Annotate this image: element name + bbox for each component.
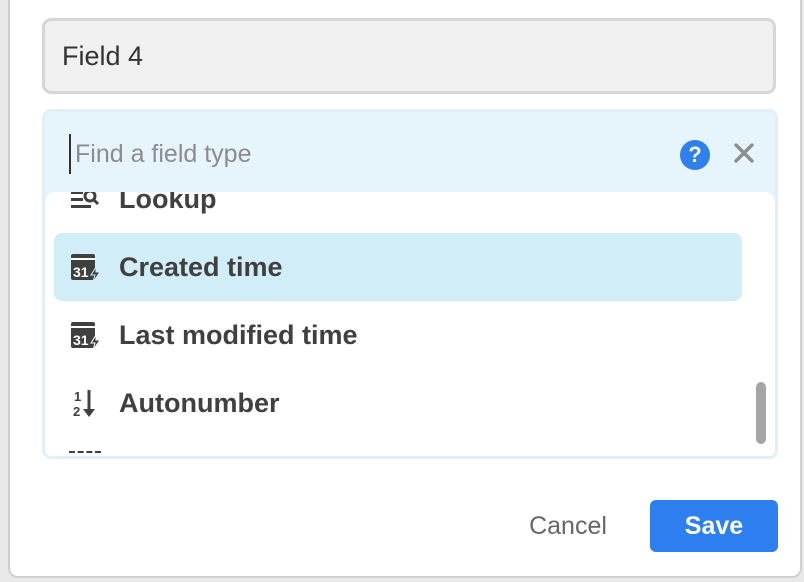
list-scrollbar[interactable] [756, 382, 766, 444]
svg-text:31: 31 [73, 332, 89, 348]
svg-text:2: 2 [73, 404, 80, 419]
field-type-option-lookup[interactable]: Lookup [54, 192, 742, 233]
lookup-icon [71, 192, 100, 208]
field-name-input[interactable]: Field 4 [42, 18, 776, 94]
field-type-option-last-modified-time[interactable]: 31 Last modified time [54, 301, 742, 369]
field-type-search-input[interactable] [69, 134, 655, 174]
svg-text:1: 1 [74, 389, 81, 404]
field-type-picker: ? Lookup 31 [42, 109, 778, 459]
field-editor-dialog: Field 4 ? Lookup [8, 0, 802, 578]
field-type-option-label: Last modified time [119, 320, 358, 350]
field-type-option-label: Lookup [119, 192, 217, 214]
close-icon[interactable] [729, 138, 759, 168]
svg-text:31: 31 [73, 264, 89, 280]
help-icon[interactable]: ? [680, 140, 710, 170]
field-type-list: Lookup 31 Created time 31 Last modified … [45, 192, 775, 456]
cancel-button[interactable]: Cancel [518, 500, 618, 552]
field-type-option-autonumber[interactable]: 1 2 Autonumber [54, 369, 742, 437]
field-type-option-created-time[interactable]: 31 Created time [54, 233, 742, 301]
partial-next-option-icon [69, 451, 101, 456]
field-type-search-row: ? [45, 112, 775, 192]
created-time-icon: 31 [71, 254, 101, 283]
last-modified-time-icon: 31 [71, 322, 101, 351]
autonumber-icon: 1 2 [73, 389, 95, 419]
save-button[interactable]: Save [650, 500, 778, 552]
field-type-option-label: Created time [119, 252, 283, 282]
field-type-option-label: Autonumber [119, 388, 280, 418]
